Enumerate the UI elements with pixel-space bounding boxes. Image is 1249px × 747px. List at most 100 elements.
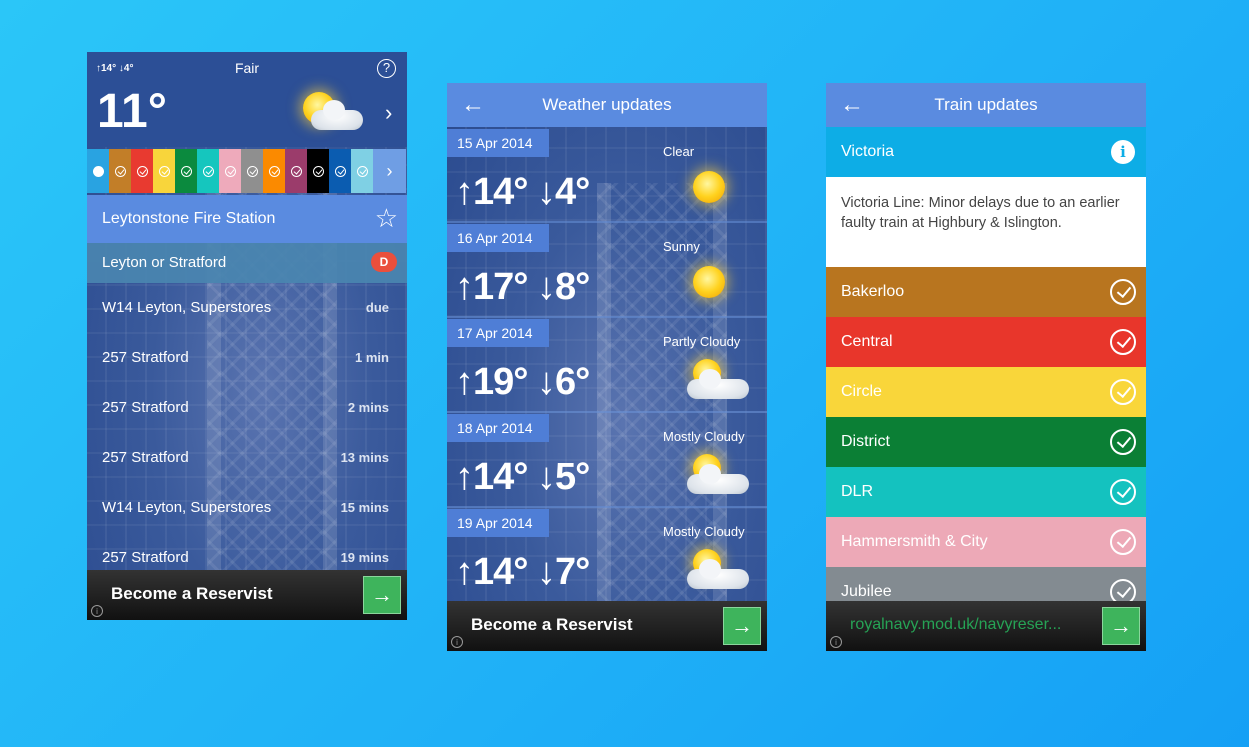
line-status-swatch[interactable] — [219, 149, 241, 193]
check-icon — [312, 165, 324, 177]
departure-service: 257 Stratford — [102, 549, 189, 566]
departure-row[interactable]: 257 Stratford 1 min — [87, 333, 407, 383]
check-icon[interactable] — [1110, 329, 1136, 355]
line-row[interactable]: Hammersmith & City — [826, 517, 1146, 567]
forecast-high-low: ↑19° ↓6° — [455, 361, 590, 403]
line-name: DLR — [841, 483, 874, 500]
departure-row[interactable]: W14 Leyton, Superstores due — [87, 283, 407, 333]
arrow-right-icon[interactable]: → — [723, 607, 761, 645]
forecast-date: 16 Apr 2014 — [447, 224, 549, 252]
departure-time: 15 mins — [340, 500, 389, 515]
check-icon[interactable] — [1110, 279, 1136, 305]
line-status-swatch[interactable] — [351, 149, 373, 193]
line-status-swatch[interactable] — [241, 149, 263, 193]
ad-text: Become a Reservist — [471, 615, 633, 634]
departure-row[interactable]: 257 Stratford 13 mins — [87, 433, 407, 483]
forecast-condition: Sunny — [663, 239, 700, 254]
ad-url[interactable]: royalnavy.mod.uk/navyreser... — [850, 616, 1061, 634]
mostly-cloudy-icon — [685, 547, 755, 592]
line-status-swatch[interactable] — [197, 149, 219, 193]
line-status-swatch[interactable] — [329, 149, 351, 193]
ad-info-icon[interactable]: i — [91, 605, 103, 617]
check-icon — [356, 165, 368, 177]
line-status-swatch[interactable] — [109, 149, 131, 193]
check-icon — [202, 165, 214, 177]
weather-condition: Fair — [234, 60, 260, 76]
check-icon — [136, 165, 148, 177]
departure-service: 257 Stratford — [102, 349, 189, 366]
line-status-swatch[interactable] — [175, 149, 197, 193]
sun-icon — [685, 262, 755, 307]
line-name: Hammersmith & City — [841, 533, 988, 550]
station-name[interactable]: Leytonstone Fire Station ☆ — [87, 195, 407, 243]
nav-bar: ← Train updates — [826, 83, 1146, 127]
check-icon — [224, 165, 236, 177]
route-direction[interactable]: Leyton or Stratford D — [87, 243, 407, 283]
selected-line-row[interactable]: Victoria i — [826, 127, 1146, 177]
line-row[interactable]: Bakerloo — [826, 267, 1146, 317]
chevron-right-icon[interactable]: › — [373, 149, 406, 193]
stop-badge: D — [371, 252, 397, 272]
forecast-row[interactable]: 19 Apr 2014 Mostly Cloudy ↑14° ↓7° — [447, 509, 767, 603]
advert-banner[interactable]: royalnavy.mod.uk/navyreser... → i — [826, 601, 1146, 651]
line-status-swatch[interactable] — [153, 149, 175, 193]
ad-text: Become a Reservist — [111, 584, 273, 603]
line-row[interactable]: District — [826, 417, 1146, 467]
route-label: Leyton or Stratford — [102, 254, 227, 271]
departure-time: 2 mins — [347, 400, 389, 415]
mostly-cloudy-icon — [685, 452, 755, 497]
check-icon[interactable] — [1110, 429, 1136, 455]
arrow-right-icon[interactable]: → — [363, 576, 401, 614]
line-name: District — [841, 433, 890, 450]
info-icon[interactable]: i — [1111, 140, 1135, 164]
forecast-high-low: ↑14° ↓4° — [455, 171, 590, 213]
check-icon[interactable] — [1110, 479, 1136, 505]
chevron-right-icon[interactable]: › — [385, 100, 392, 126]
line-name: Jubilee — [841, 583, 892, 600]
forecast-high-low: ↑17° ↓8° — [455, 266, 590, 308]
line-status-swatch[interactable] — [285, 149, 307, 193]
line-row[interactable]: DLR — [826, 467, 1146, 517]
check-icon[interactable] — [1110, 529, 1136, 555]
ad-info-icon[interactable]: i — [451, 636, 463, 648]
advert-banner[interactable]: Become a Reservist → i — [87, 570, 407, 620]
departure-time: due — [365, 300, 389, 315]
check-icon — [158, 165, 170, 177]
line-status-message: Victoria Line: Minor delays due to an ea… — [826, 177, 1146, 267]
info-icon[interactable] — [87, 149, 109, 193]
forecast-row[interactable]: 17 Apr 2014 Partly Cloudy ↑19° ↓6° — [447, 319, 767, 413]
line-row[interactable]: Central — [826, 317, 1146, 367]
forecast-condition: Clear — [663, 144, 695, 159]
help-icon[interactable]: ? — [377, 59, 396, 78]
star-icon[interactable]: ☆ — [375, 205, 398, 231]
check-icon — [334, 165, 346, 177]
current-weather-header[interactable]: ↑14° ↓4° Fair ? 11° › — [87, 52, 407, 147]
line-status-strip: › — [87, 149, 407, 193]
advert-banner[interactable]: Become a Reservist → i — [447, 601, 767, 651]
forecast-date: 15 Apr 2014 — [447, 129, 549, 157]
departure-row[interactable]: 257 Stratford 2 mins — [87, 383, 407, 433]
page-title: Weather updates — [542, 95, 672, 114]
forecast-date: 18 Apr 2014 — [447, 414, 549, 442]
forecast-row[interactable]: 18 Apr 2014 Mostly Cloudy ↑14° ↓5° — [447, 414, 767, 508]
check-icon — [290, 165, 302, 177]
check-icon[interactable] — [1110, 379, 1136, 405]
line-row[interactable]: Circle — [826, 367, 1146, 417]
departure-row[interactable]: W14 Leyton, Superstores 15 mins — [87, 483, 407, 533]
line-status-swatch[interactable] — [131, 149, 153, 193]
forecast-condition: Mostly Cloudy — [663, 429, 745, 444]
forecast-condition: Partly Cloudy — [663, 334, 741, 349]
check-icon — [114, 165, 126, 177]
weather-updates-screen: ← Weather updates 15 Apr 2014 Clear ↑14° ↓… — [447, 83, 767, 651]
arrow-right-icon[interactable]: → — [1102, 607, 1140, 645]
check-icon — [180, 165, 192, 177]
station-label: Leytonstone Fire Station — [102, 210, 276, 227]
ad-info-icon[interactable]: i — [830, 636, 842, 648]
departure-service: W14 Leyton, Superstores — [102, 499, 272, 516]
forecast-row[interactable]: 16 Apr 2014 Sunny ↑17° ↓8° — [447, 224, 767, 318]
line-status-swatch[interactable] — [307, 149, 329, 193]
forecast-condition: Mostly Cloudy — [663, 524, 745, 539]
forecast-row[interactable]: 15 Apr 2014 Clear ↑14° ↓4° — [447, 129, 767, 223]
departure-service: W14 Leyton, Superstores — [102, 299, 272, 316]
line-status-swatch[interactable] — [263, 149, 285, 193]
